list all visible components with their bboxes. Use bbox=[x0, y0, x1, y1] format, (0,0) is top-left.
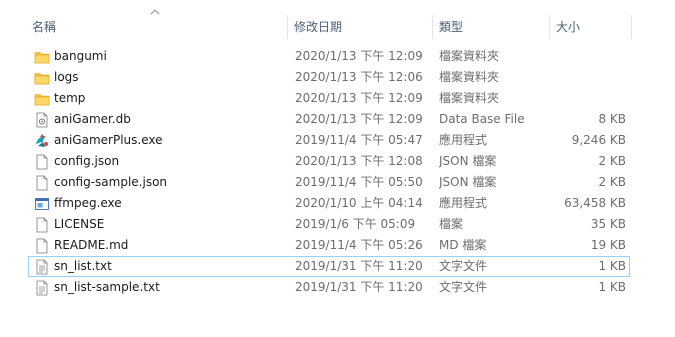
text-file-icon bbox=[34, 259, 50, 275]
file-name: config-sample.json bbox=[54, 175, 168, 189]
file-size: 8 KB bbox=[598, 112, 626, 126]
file-row[interactable]: config-sample.json 2019/11/4 下午 05:50 JSON… bbox=[28, 172, 630, 193]
column-header-type[interactable]: 類型 bbox=[435, 15, 547, 39]
file-size: 9,246 KB bbox=[571, 133, 626, 147]
file-date-modified: 2019/1/6 下午 05:09 bbox=[295, 217, 416, 231]
column-divider[interactable] bbox=[287, 15, 288, 39]
file-date-modified: 2019/1/31 下午 11:20 bbox=[295, 280, 423, 294]
blank-file-icon bbox=[34, 238, 50, 254]
column-header-size[interactable]: 大小 bbox=[552, 15, 630, 39]
file-row[interactable]: ffmpeg.exe 2020/1/10 上午 04:14 應用程式 63,458 K… bbox=[28, 193, 630, 214]
column-header-bar: 名稱 修改日期 類型 大小 bbox=[0, 0, 675, 40]
file-type: JSON 檔案 bbox=[439, 175, 497, 189]
file-row[interactable]: LICENSE 2019/1/6 下午 05:09 檔案 35 KB bbox=[28, 214, 630, 235]
file-name: sn_list-sample.txt bbox=[54, 280, 160, 294]
file-row[interactable]: aniGamerPlus.exe 2019/11/4 下午 05:47 應用程式 9,… bbox=[28, 130, 630, 151]
file-date-modified: 2020/1/13 下午 12:09 bbox=[295, 91, 423, 105]
file-name: logs bbox=[54, 70, 79, 84]
file-row[interactable]: sn_list.txt 2019/1/31 下午 11:20 文字文件 1 KB bbox=[28, 256, 630, 277]
file-row[interactable]: sn_list-sample.txt 2019/1/31 下午 11:20 文字文件… bbox=[28, 277, 630, 298]
file-row[interactable]: bangumi 2020/1/13 下午 12:09 檔案資料夾 bbox=[28, 46, 630, 67]
folder-icon bbox=[34, 70, 50, 86]
file-type: 應用程式 bbox=[439, 133, 488, 147]
folder-icon bbox=[34, 49, 50, 65]
file-type: MD 檔案 bbox=[439, 238, 487, 252]
file-type: 應用程式 bbox=[439, 196, 488, 210]
file-date-modified: 2020/1/13 下午 12:09 bbox=[295, 112, 423, 126]
file-name: LICENSE bbox=[54, 217, 105, 231]
file-size: 2 KB bbox=[598, 175, 626, 189]
file-name: config.json bbox=[54, 154, 120, 168]
file-date-modified: 2019/1/31 下午 11:20 bbox=[295, 259, 423, 273]
file-type: 文字文件 bbox=[439, 259, 488, 273]
file-name: ffmpeg.exe bbox=[54, 196, 122, 210]
column-divider[interactable] bbox=[549, 15, 550, 39]
file-row[interactable]: config.json 2020/1/13 下午 12:08 JSON 檔案 2 KB bbox=[28, 151, 630, 172]
file-name: aniGamerPlus.exe bbox=[54, 133, 163, 147]
file-date-modified: 2020/1/13 下午 12:08 bbox=[295, 154, 423, 168]
file-row[interactable]: aniGamer.db 2020/1/13 下午 12:09 Data Base F… bbox=[28, 109, 630, 130]
exe-app-icon bbox=[34, 196, 50, 212]
file-type: 文字文件 bbox=[439, 280, 488, 294]
file-date-modified: 2020/1/13 下午 12:09 bbox=[295, 49, 423, 63]
file-date-modified: 2019/11/4 下午 05:50 bbox=[295, 175, 423, 189]
file-size bbox=[554, 89, 626, 108]
file-date-modified: 2019/11/4 下午 05:26 bbox=[295, 238, 423, 252]
column-header-name[interactable]: 名稱 bbox=[28, 15, 284, 39]
file-size: 1 KB bbox=[598, 280, 626, 294]
file-type: 檔案 bbox=[439, 217, 464, 231]
file-date-modified: 2020/1/10 上午 04:14 bbox=[295, 196, 423, 210]
column-divider[interactable] bbox=[631, 15, 632, 39]
file-row[interactable]: README.md 2019/11/4 下午 05:26 MD 檔案 19 KB bbox=[28, 235, 630, 256]
file-type: 檔案資料夾 bbox=[439, 91, 500, 105]
file-row[interactable]: temp 2020/1/13 下午 12:09 檔案資料夾 bbox=[28, 88, 630, 109]
file-row[interactable]: logs 2020/1/13 下午 12:06 檔案資料夾 bbox=[28, 67, 630, 88]
file-size: 19 KB bbox=[590, 238, 626, 252]
database-file-icon bbox=[34, 112, 50, 128]
folder-icon bbox=[34, 91, 50, 107]
file-size bbox=[554, 47, 626, 66]
text-file-icon bbox=[34, 280, 50, 296]
file-size: 1 KB bbox=[598, 259, 626, 273]
file-size: 2 KB bbox=[598, 154, 626, 168]
column-header-date[interactable]: 修改日期 bbox=[290, 15, 430, 39]
file-date-modified: 2020/1/13 下午 12:06 bbox=[295, 70, 423, 84]
file-name: temp bbox=[54, 91, 86, 105]
file-size bbox=[554, 68, 626, 87]
file-size: 35 KB bbox=[590, 217, 626, 231]
document-icon bbox=[34, 154, 50, 170]
file-date-modified: 2019/11/4 下午 05:47 bbox=[295, 133, 423, 147]
file-name: README.md bbox=[54, 238, 129, 252]
file-type: 檔案資料夾 bbox=[439, 49, 500, 63]
blank-file-icon bbox=[34, 217, 50, 233]
file-type: 檔案資料夾 bbox=[439, 70, 500, 84]
document-icon bbox=[34, 175, 50, 191]
column-divider[interactable] bbox=[432, 15, 433, 39]
file-type: Data Base File bbox=[439, 112, 525, 126]
file-name: aniGamer.db bbox=[54, 112, 131, 126]
anigamer-app-icon bbox=[34, 133, 50, 149]
file-name: sn_list.txt bbox=[54, 259, 112, 273]
file-type: JSON 檔案 bbox=[439, 154, 497, 168]
file-name: bangumi bbox=[54, 49, 107, 63]
file-size: 63,458 KB bbox=[564, 196, 626, 210]
